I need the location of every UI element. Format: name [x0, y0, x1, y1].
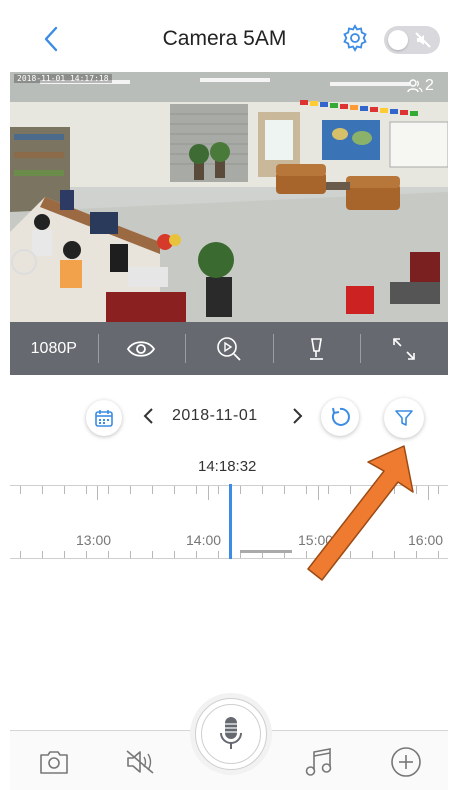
timeline-tick — [130, 486, 131, 494]
playback-button[interactable] — [185, 322, 273, 375]
prev-day-icon[interactable] — [142, 405, 156, 427]
calendar-button[interactable] — [86, 400, 122, 436]
fullscreen-button[interactable] — [360, 322, 448, 375]
annotation-arrow — [307, 445, 414, 581]
camera-feed[interactable] — [10, 72, 448, 324]
calendar-icon — [95, 410, 113, 427]
next-day-icon[interactable] — [290, 405, 304, 427]
gear-icon[interactable] — [340, 23, 370, 53]
resolution-label: 1080P — [30, 339, 77, 357]
camera-icon[interactable] — [38, 748, 70, 776]
refresh-button[interactable] — [321, 398, 359, 436]
ptz-icon — [309, 337, 323, 360]
timeline-tick — [108, 551, 109, 558]
refresh-icon — [331, 407, 350, 426]
timeline-major-tick — [208, 486, 209, 500]
timeline-tick — [86, 486, 87, 494]
current-playback-time: 14:18:32 — [198, 458, 257, 475]
timeline-tick — [64, 551, 65, 558]
timeline-tick — [64, 486, 65, 494]
timeline-tick — [42, 486, 43, 494]
timeline-tick — [438, 551, 439, 558]
users-icon — [407, 79, 423, 93]
view-button[interactable] — [97, 322, 186, 375]
timeline-tick — [108, 486, 109, 494]
timeline-tick — [262, 486, 263, 494]
osd-timestamp: 2018-11-01 14:17:18 — [14, 74, 112, 83]
timeline-tick — [196, 486, 197, 494]
talk-button[interactable] — [201, 704, 261, 764]
timeline-tick — [152, 486, 153, 494]
filter-button[interactable] — [384, 398, 424, 438]
timeline-tick — [20, 486, 21, 494]
playback-search-icon — [217, 336, 241, 361]
timeline-tick — [284, 486, 285, 494]
timeline-tick — [174, 551, 175, 558]
timeline-major-tick — [428, 486, 429, 500]
page-title: Camera 5AM — [162, 27, 287, 50]
timeline-tick — [240, 486, 241, 494]
timeline-tick — [130, 551, 131, 558]
recording-segment[interactable] — [240, 550, 292, 553]
fullscreen-icon — [393, 337, 415, 360]
timeline-cursor[interactable] — [229, 484, 232, 559]
toggle-knob — [388, 30, 408, 50]
resolution-button[interactable]: 1080P — [10, 322, 98, 375]
timeline-label: 13:00 — [76, 532, 112, 548]
timeline-label: 14:00 — [186, 532, 222, 548]
eye-icon — [127, 340, 156, 357]
timeline-tick — [438, 486, 439, 494]
speaker-muted-icon[interactable] — [124, 748, 156, 776]
timeline-major-tick — [97, 486, 98, 500]
filter-icon — [395, 410, 413, 426]
plus-icon[interactable] — [390, 746, 422, 778]
music-icon[interactable] — [304, 746, 334, 778]
microphone-icon — [220, 717, 242, 749]
timeline-tick — [42, 551, 43, 558]
timeline-tick — [152, 551, 153, 558]
privacy-toggle[interactable] — [384, 26, 440, 54]
timeline-tick — [86, 551, 87, 558]
viewer-count: 2 — [407, 77, 434, 95]
viewer-count-value: 2 — [425, 77, 434, 94]
timeline-tick — [196, 551, 197, 558]
timeline-tick — [218, 551, 219, 558]
ptz-button[interactable] — [272, 322, 361, 375]
timeline-tick — [174, 486, 175, 494]
playback-date[interactable]: 2018-11-01 — [172, 407, 258, 425]
mute-icon — [415, 32, 431, 48]
timeline-tick — [218, 486, 219, 494]
video-control-bar: 1080P — [10, 322, 448, 375]
timeline-tick — [20, 551, 21, 558]
